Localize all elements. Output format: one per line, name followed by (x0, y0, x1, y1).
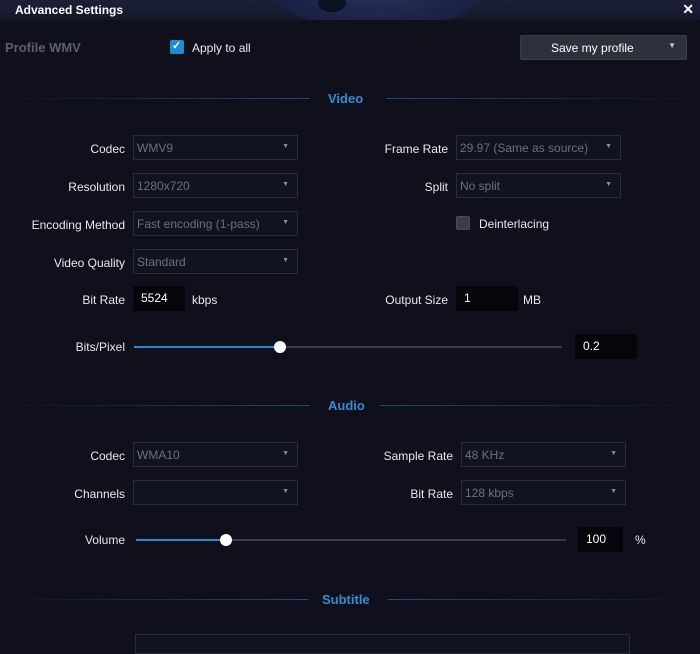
volume-value: 100 (586, 532, 607, 546)
output-size-unit: MB (523, 293, 541, 307)
audio-codec-label: Codec (90, 449, 125, 463)
volume-unit: % (635, 533, 646, 547)
resolution-select[interactable]: 1280x720 ▼ (133, 173, 298, 198)
chevron-down-icon: ▼ (668, 41, 676, 50)
sample-rate-value: 48 KHz (465, 448, 505, 462)
video-bitrate-input[interactable]: 5524 (133, 286, 185, 311)
apply-to-all-checkbox[interactable] (170, 39, 184, 54)
save-profile-button[interactable]: Save my profile ▼ (520, 35, 687, 60)
deinterlacing-label[interactable]: Deinterlacing (479, 217, 549, 231)
title-bar-decoration (268, 0, 488, 20)
encoding-method-label: Encoding Method (31, 218, 125, 232)
encoding-method-select[interactable]: Fast encoding (1-pass) ▼ (133, 211, 298, 236)
deinterlacing-checkbox[interactable] (456, 216, 470, 230)
apply-to-all-label[interactable]: Apply to all (192, 41, 251, 55)
frame-rate-select[interactable]: 29.97 (Same as source) ▼ (456, 135, 621, 160)
section-divider (0, 405, 310, 406)
section-divider (0, 599, 308, 600)
output-size-input[interactable]: 1 (456, 286, 518, 311)
volume-input[interactable]: 100 (578, 527, 623, 552)
bits-pixel-label: Bits/Pixel (75, 340, 125, 354)
channels-select[interactable]: ▼ (133, 480, 298, 505)
chevron-down-icon: ▼ (282, 219, 289, 226)
chevron-down-icon: ▼ (282, 488, 289, 495)
video-bitrate-unit: kbps (192, 293, 218, 307)
audio-bitrate-value: 128 kbps (465, 486, 514, 500)
window-title: Advanced Settings (15, 3, 124, 17)
video-quality-select[interactable]: Standard ▼ (133, 249, 298, 274)
profile-label: Profile WMV (5, 40, 81, 55)
bits-pixel-slider-fill (134, 346, 280, 348)
split-label: Split (424, 180, 448, 194)
chevron-down-icon: ▼ (610, 488, 617, 495)
audio-codec-value: WMA10 (137, 448, 180, 462)
video-section-title: Video (328, 91, 364, 106)
output-size-label: Output Size (385, 293, 448, 307)
video-codec-select[interactable]: WMV9 ▼ (133, 135, 298, 160)
audio-codec-select[interactable]: WMA10 ▼ (133, 442, 298, 467)
video-quality-value: Standard (137, 255, 186, 269)
bits-pixel-input[interactable]: 0.2 (575, 334, 637, 359)
sample-rate-label: Sample Rate (383, 449, 453, 463)
video-bitrate-value: 5524 (141, 291, 168, 305)
resolution-label: Resolution (68, 180, 125, 194)
chevron-down-icon: ▼ (282, 143, 289, 150)
chevron-down-icon: ▼ (282, 450, 289, 457)
subtitle-section-title: Subtitle (322, 592, 370, 607)
channels-label: Channels (74, 487, 125, 501)
audio-bitrate-label: Bit Rate (410, 487, 453, 501)
frame-rate-label: Frame Rate (384, 142, 448, 156)
video-quality-label: Video Quality (53, 256, 125, 270)
encoding-method-value: Fast encoding (1-pass) (137, 217, 260, 231)
section-divider (0, 98, 310, 99)
close-icon[interactable]: ✕ (682, 1, 694, 18)
bits-pixel-slider-handle[interactable] (273, 341, 286, 353)
video-codec-value: WMV9 (137, 141, 173, 155)
audio-bitrate-select[interactable]: 128 kbps ▼ (461, 480, 626, 505)
split-value: No split (460, 179, 501, 193)
section-divider (380, 405, 700, 406)
audio-section-title: Audio (328, 398, 365, 413)
chevron-down-icon: ▼ (605, 143, 612, 150)
frame-rate-value: 29.97 (Same as source) (460, 141, 589, 155)
title-bar: Advanced Settings ✕ (0, 0, 700, 20)
resolution-value: 1280x720 (137, 179, 190, 193)
volume-label: Volume (84, 533, 125, 547)
subtitle-field[interactable] (135, 634, 630, 654)
save-profile-label: Save my profile (551, 41, 634, 55)
sample-rate-select[interactable]: 48 KHz ▼ (461, 442, 626, 467)
chevron-down-icon: ▼ (282, 181, 289, 188)
video-bitrate-label: Bit Rate (82, 293, 125, 307)
video-codec-label: Codec (90, 142, 125, 156)
section-divider (388, 599, 700, 600)
volume-slider-fill (136, 539, 227, 541)
bits-pixel-value: 0.2 (583, 339, 600, 353)
chevron-down-icon: ▼ (282, 257, 289, 264)
split-select[interactable]: No split ▼ (456, 173, 621, 198)
chevron-down-icon: ▼ (610, 450, 617, 457)
section-divider (386, 98, 700, 99)
chevron-down-icon: ▼ (605, 181, 612, 188)
output-size-value: 1 (464, 291, 471, 305)
volume-slider-handle[interactable] (220, 534, 233, 546)
